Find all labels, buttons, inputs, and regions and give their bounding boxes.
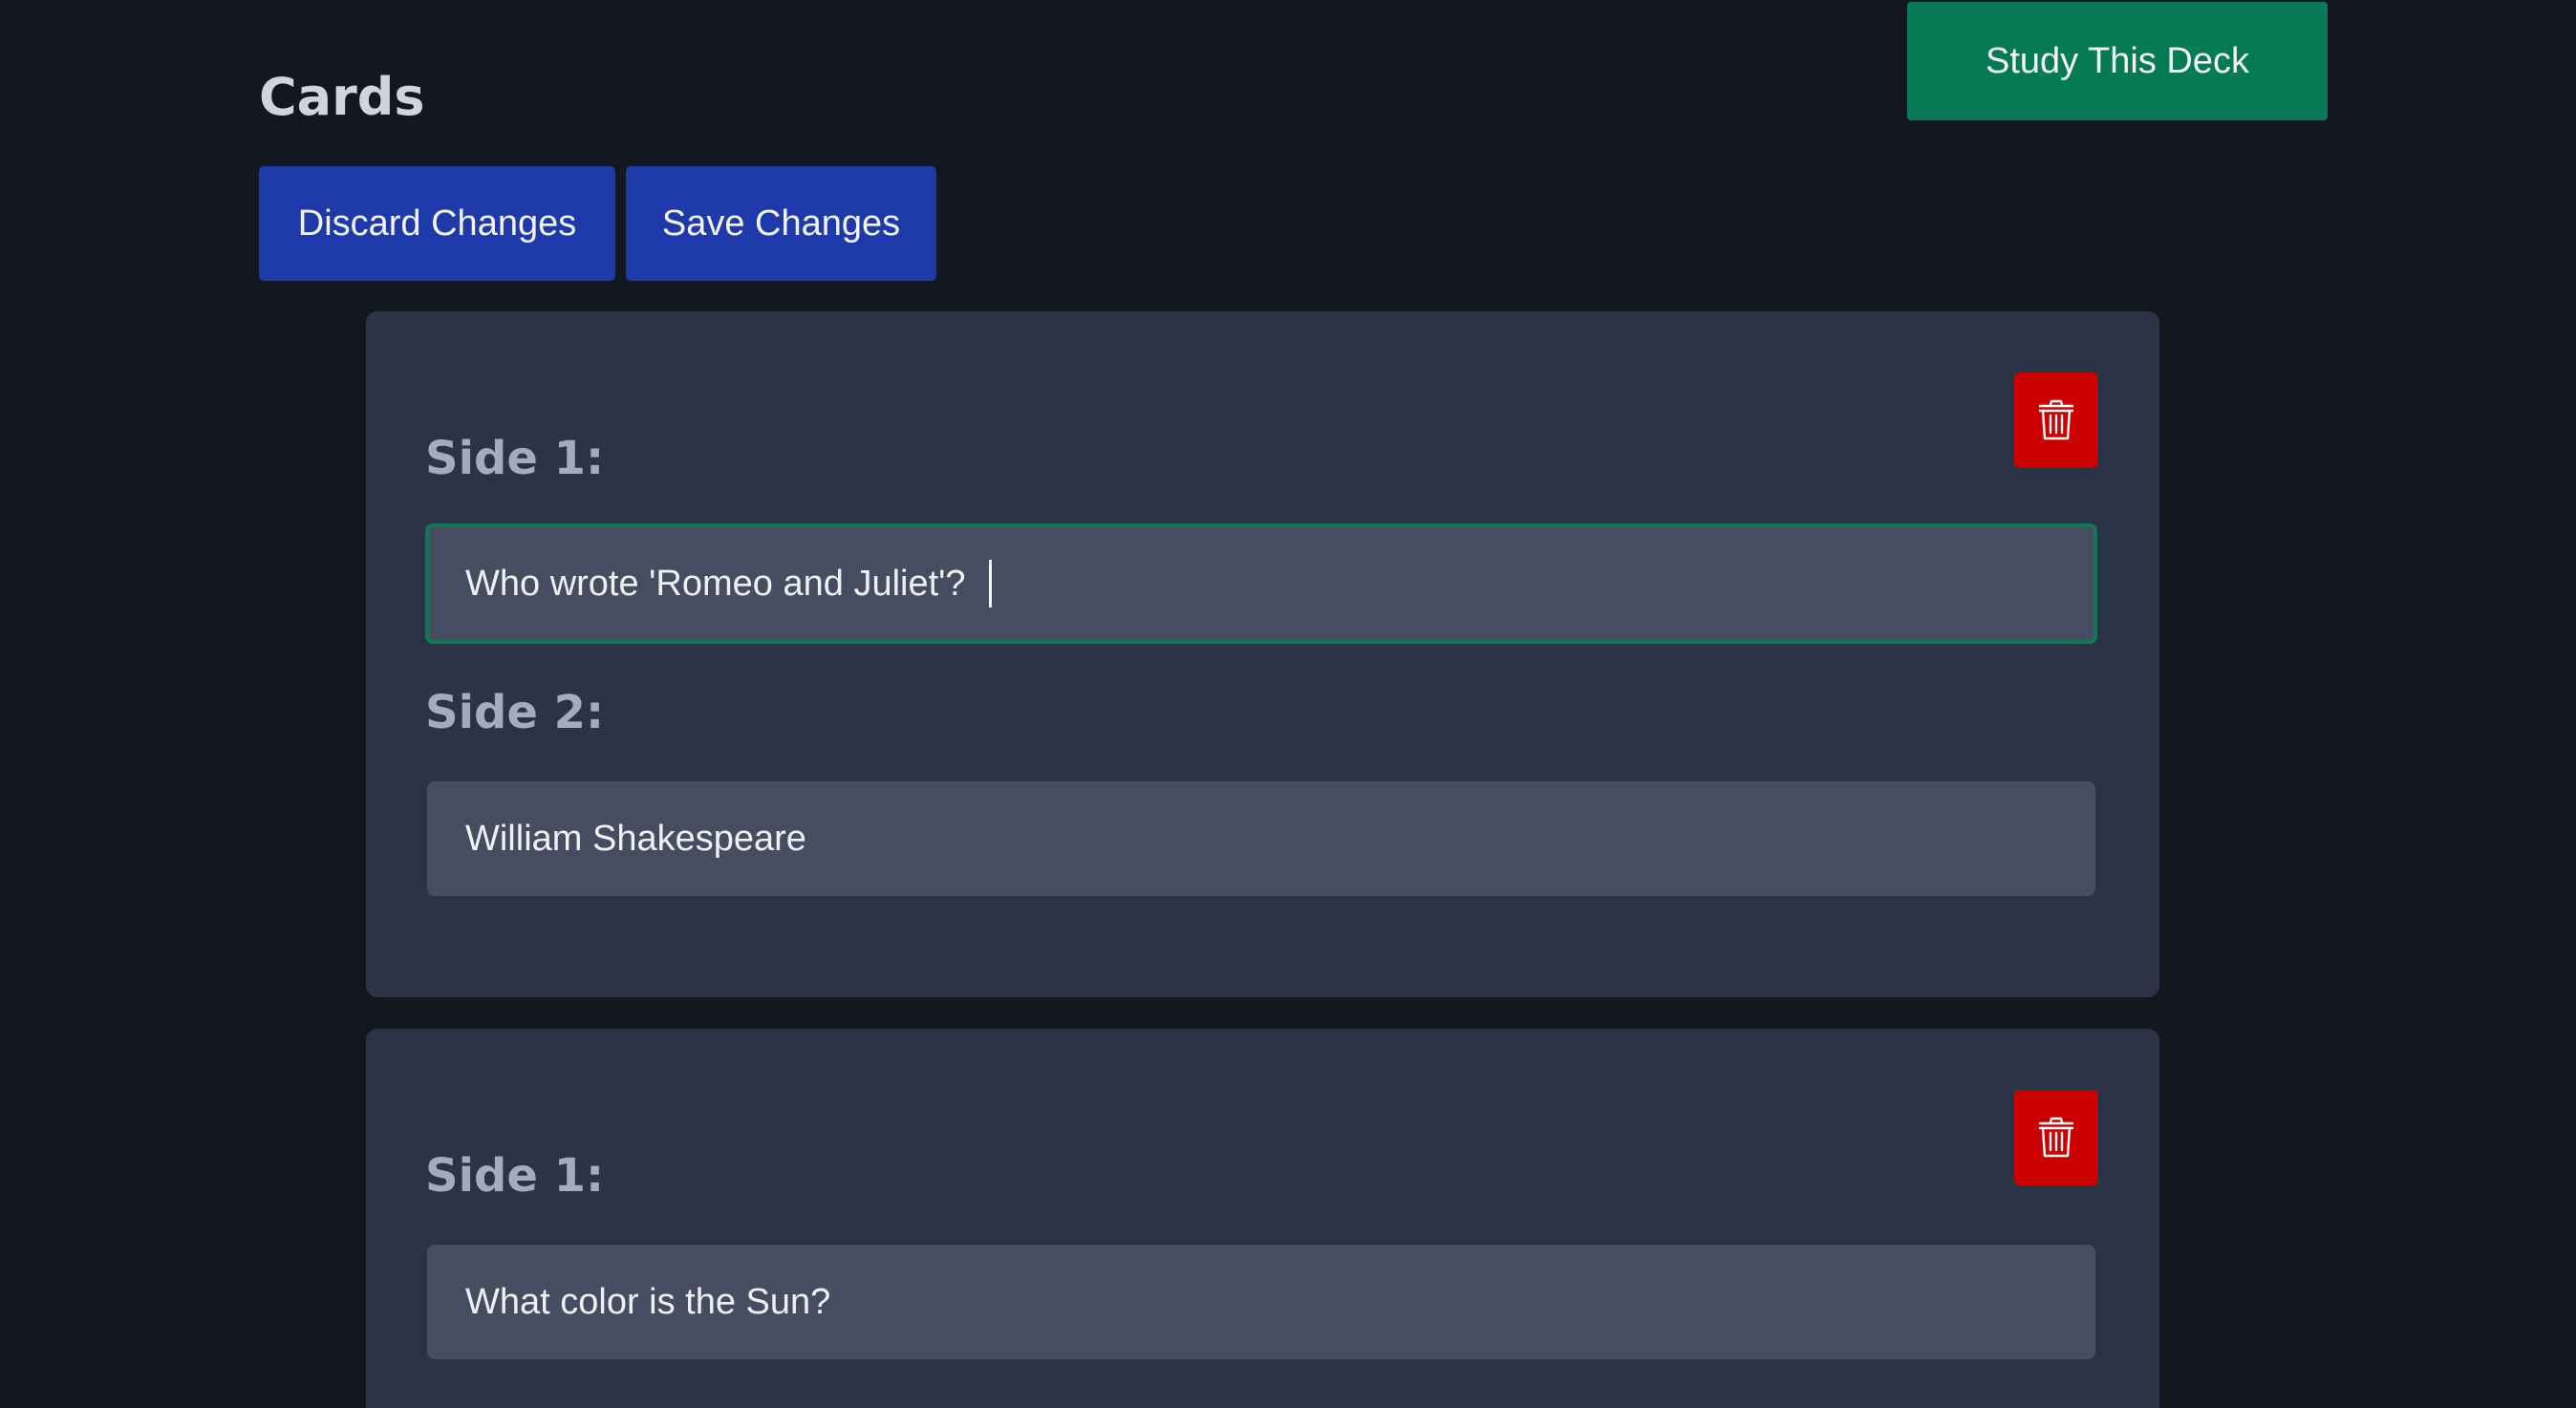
delete-card-button[interactable]	[2014, 373, 2098, 468]
side1-input[interactable]	[427, 1245, 2095, 1359]
side2-label: Side 2:	[425, 686, 605, 739]
side1-label: Side 1:	[425, 1149, 605, 1203]
study-deck-button[interactable]: Study This Deck	[1907, 2, 2328, 120]
trash-icon	[2038, 1117, 2074, 1158]
page-title: Cards	[259, 67, 425, 127]
side2-input[interactable]	[427, 781, 2095, 896]
side1-label: Side 1:	[425, 432, 605, 485]
save-changes-button[interactable]: Save Changes	[626, 166, 936, 281]
card-editor: Side 1: Side 2:	[366, 311, 2159, 997]
trash-icon	[2038, 399, 2074, 440]
discard-changes-button[interactable]: Discard Changes	[259, 166, 615, 281]
side1-input[interactable]	[425, 523, 2097, 644]
delete-card-button[interactable]	[2014, 1090, 2098, 1185]
text-caret	[989, 560, 992, 608]
card-editor: Side 1:	[366, 1029, 2159, 1408]
page: Study This Deck Cards Discard Changes Sa…	[0, 0, 2576, 1408]
